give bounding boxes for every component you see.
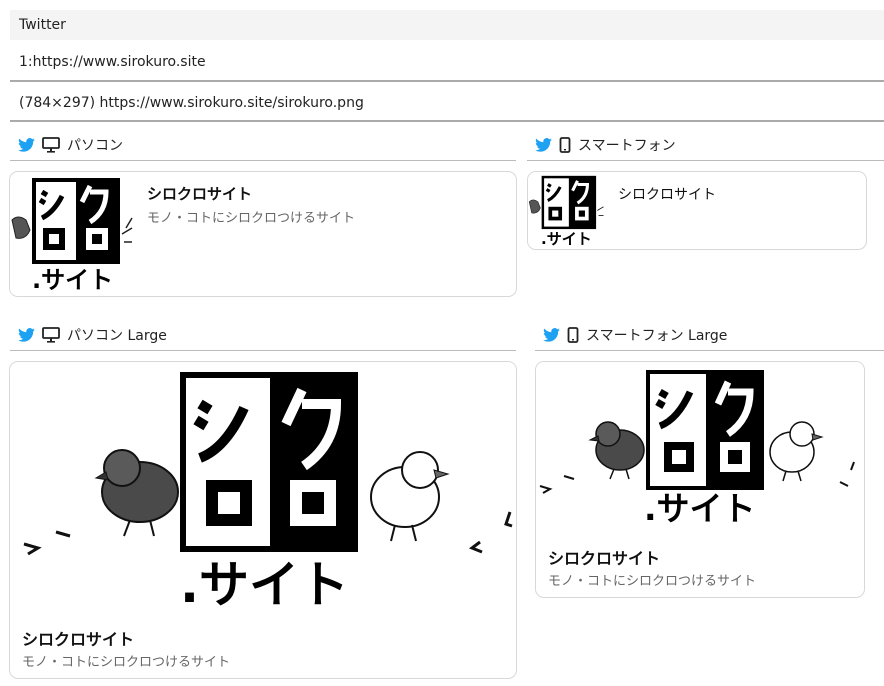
section-label: パソコン bbox=[67, 138, 123, 154]
section-label: パソコン Large bbox=[67, 328, 167, 344]
card-description: モノ・コトにシロクロつけるサイト bbox=[548, 574, 757, 589]
link-card-pc[interactable]: .サイト シロクロサイト モノ・コトにシロクロつけるサイト bbox=[9, 171, 517, 297]
card-title: シロクロサイト bbox=[618, 187, 716, 203]
section-header-sp: スマートフォン bbox=[527, 130, 884, 161]
twitter-bird-icon bbox=[535, 138, 552, 152]
site-logo-image: .サイト bbox=[10, 362, 516, 616]
logo-text: .サイト bbox=[541, 230, 592, 248]
link-card-sp-large[interactable]: .サイト シロクロサイト モノ・コトにシロクロつけるサイト bbox=[535, 361, 865, 598]
twitter-bird-icon bbox=[18, 138, 35, 152]
card-title: シロクロサイト bbox=[22, 630, 135, 649]
site-logo-image: .サイト bbox=[10, 172, 136, 296]
divider bbox=[10, 120, 884, 122]
section-header-sp-large: スマートフォン Large bbox=[535, 320, 884, 351]
desktop-monitor-icon bbox=[42, 327, 60, 343]
logo-text: .サイト bbox=[180, 556, 349, 614]
section-label: スマートフォン Large bbox=[586, 328, 728, 344]
link-card-pc-large[interactable]: .サイト シロクロサイト モノ・コトにシロクロつけるサイト bbox=[9, 361, 517, 679]
twitter-bird-icon bbox=[18, 328, 35, 342]
card-title: シロクロサイト bbox=[548, 549, 661, 568]
section-label: スマートフォン bbox=[578, 138, 676, 154]
image-line: (784×297) https://www.sirokuro.site/siro… bbox=[19, 95, 364, 111]
desktop-monitor-icon bbox=[42, 137, 60, 153]
section-header-pc: パソコン bbox=[10, 130, 516, 161]
url-line: 1:https://www.sirokuro.site bbox=[19, 54, 206, 70]
card-description: モノ・コトにシロクロつけるサイト bbox=[22, 655, 231, 670]
section-header-pc-large: パソコン Large bbox=[10, 320, 516, 351]
site-logo-image: .サイト bbox=[528, 172, 606, 249]
card-title: シロクロサイト bbox=[147, 185, 253, 203]
divider bbox=[10, 80, 884, 82]
link-card-sp[interactable]: .サイト シロクロサイト bbox=[527, 171, 867, 250]
site-logo-image: .サイト bbox=[536, 362, 864, 534]
card-description: モノ・コトにシロクロつけるサイト bbox=[147, 211, 356, 226]
twitter-bird-icon bbox=[543, 328, 560, 342]
logo-text: .サイト bbox=[644, 489, 756, 528]
smartphone-icon bbox=[559, 137, 571, 153]
page-title: Twitter bbox=[10, 10, 884, 40]
logo-text: .サイト bbox=[32, 266, 114, 294]
smartphone-icon bbox=[567, 327, 579, 343]
